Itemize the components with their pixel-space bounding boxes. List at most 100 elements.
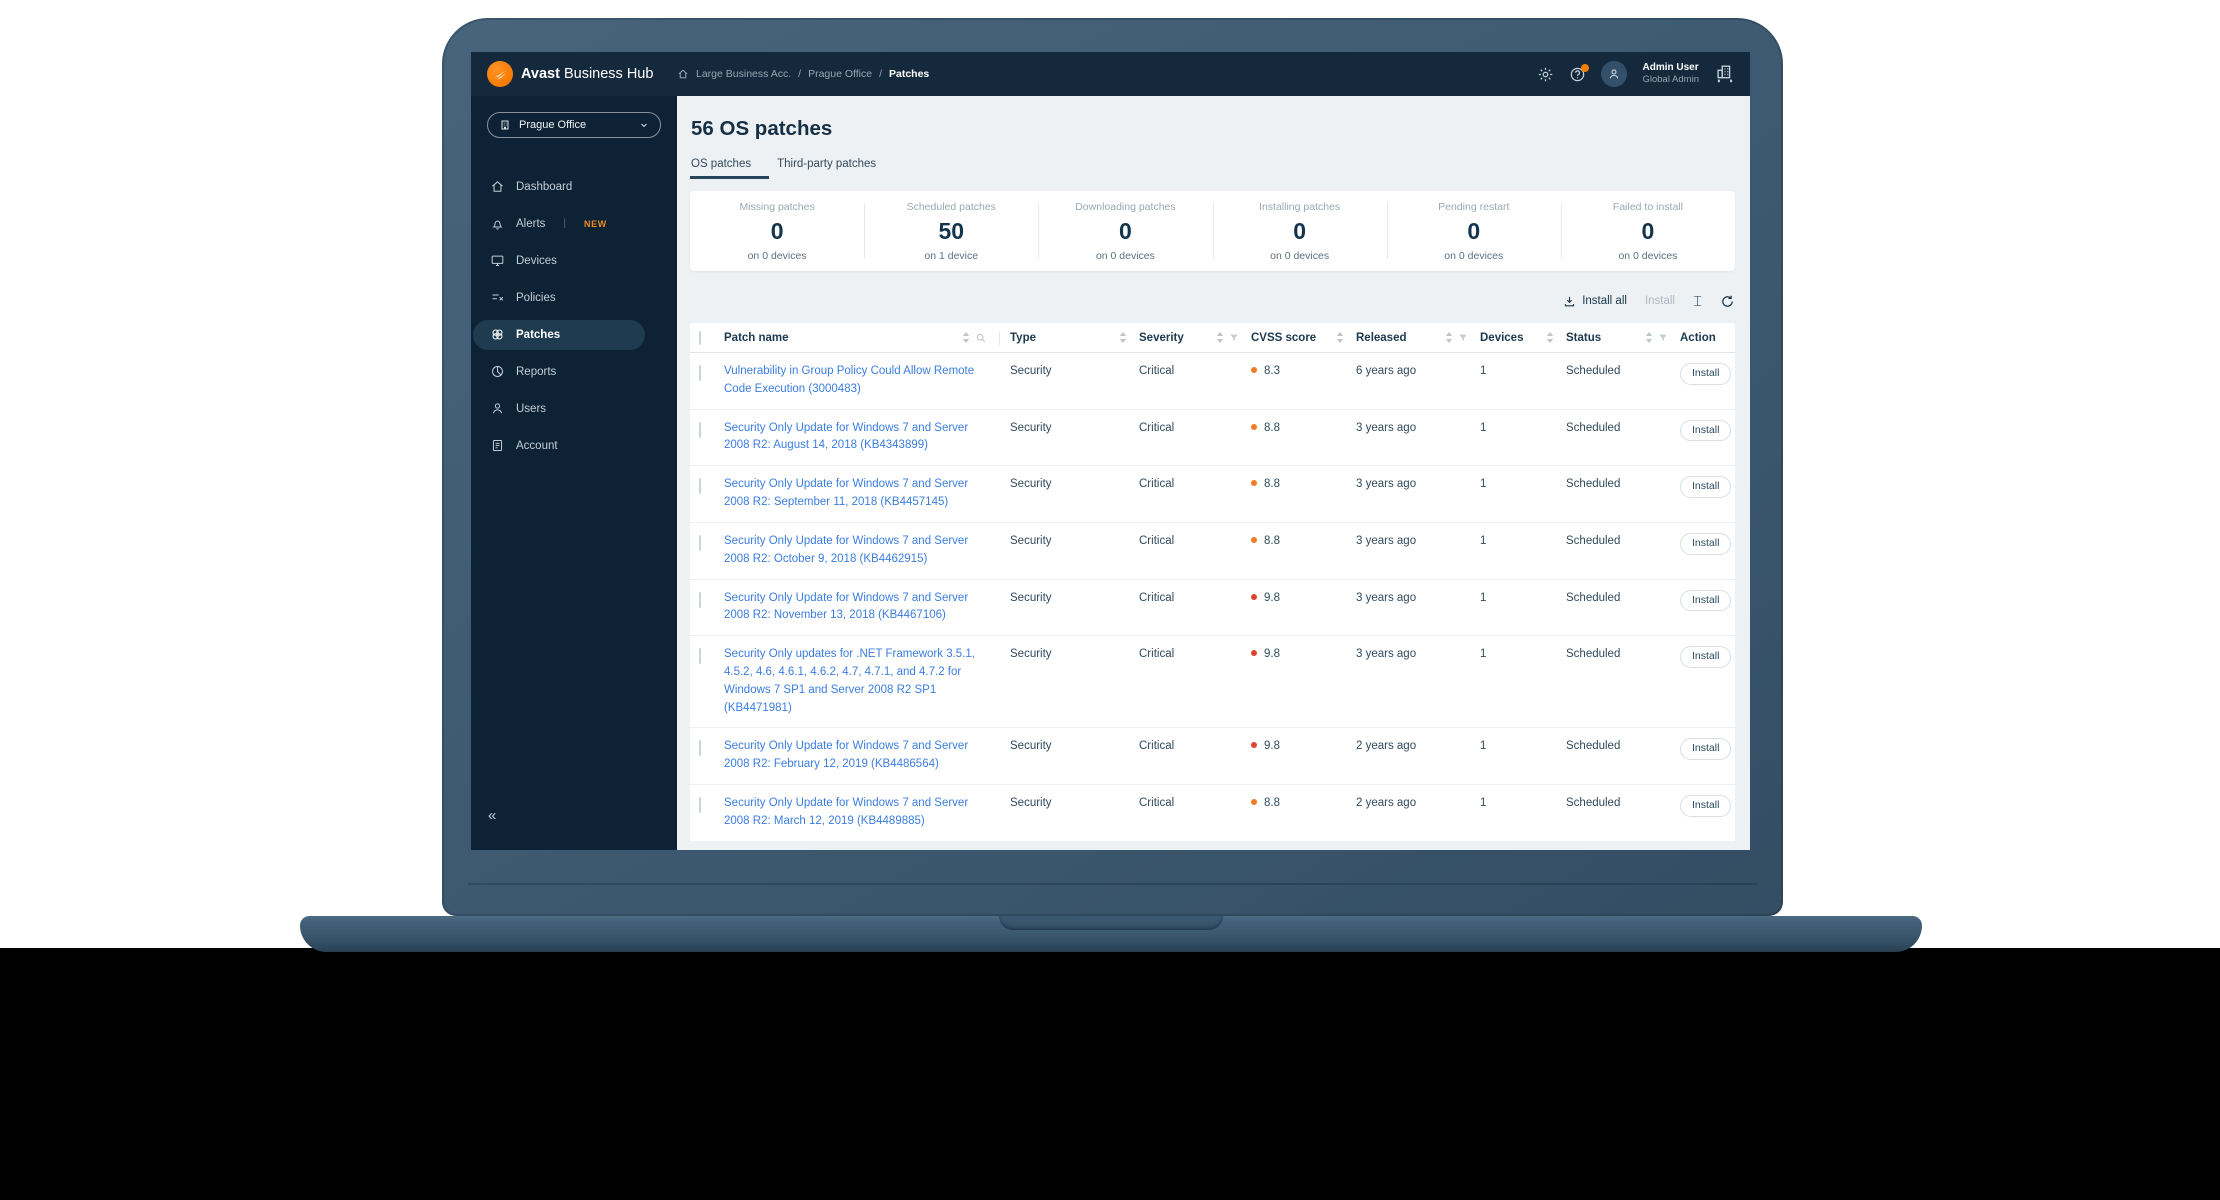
table-row: Security Only Update for Windows 7 and S… — [690, 728, 1735, 785]
sidebar-item-users[interactable]: Users — [471, 390, 677, 427]
topbar-actions: Admin User Global Admin — [1537, 61, 1736, 87]
column-header-status[interactable]: Status — [1566, 332, 1601, 344]
sidebar-item-dashboard[interactable]: Dashboard — [471, 168, 677, 205]
column-header-released[interactable]: Released — [1356, 332, 1407, 344]
account-icon — [492, 440, 503, 451]
sort-icon[interactable] — [1546, 332, 1554, 343]
filter-icon[interactable] — [1458, 333, 1468, 343]
type-cell: Security — [1010, 648, 1052, 661]
stat-label: Installing patches — [1259, 200, 1341, 213]
search-icon[interactable] — [975, 332, 987, 344]
stat-sub: on 1 device — [924, 249, 979, 262]
install-row-button[interactable]: Install — [1680, 476, 1732, 498]
gear-icon[interactable] — [1537, 66, 1554, 83]
breadcrumb-item[interactable]: Large Business Acc. — [696, 68, 791, 80]
install-row-button[interactable]: Install — [1680, 589, 1732, 612]
install-all-button[interactable]: Install all — [1563, 295, 1627, 308]
column-divider — [999, 330, 1000, 345]
stat-sub: on 0 devices — [1618, 249, 1678, 262]
sort-icon[interactable] — [1216, 332, 1224, 343]
column-header-patch-name[interactable]: Patch name — [724, 332, 789, 344]
column-header-cvss[interactable]: CVSS score — [1251, 332, 1316, 344]
cvss-cell: 8.8 — [1251, 533, 1356, 551]
install-button-disabled[interactable]: Install — [1645, 295, 1675, 307]
org-switcher-icon[interactable] — [1714, 63, 1736, 85]
install-row-button[interactable]: Install — [1680, 795, 1732, 817]
avatar[interactable] — [1601, 61, 1628, 87]
patch-name-link[interactable]: Security Only Update for Windows 7 and S… — [724, 795, 1010, 831]
patch-name-link[interactable]: Security Only Update for Windows 7 and S… — [724, 738, 1010, 774]
sidebar-collapse-button[interactable]: « — [488, 807, 496, 824]
patch-name-link[interactable]: Security Only Update for Windows 7 and S… — [724, 590, 1010, 626]
severity-cell: Critical — [1139, 365, 1175, 377]
patch-name-link[interactable]: Vulnerability in Group Policy Could Allo… — [724, 363, 1010, 399]
filter-icon[interactable] — [1229, 333, 1239, 343]
stat-label: Pending restart — [1438, 200, 1510, 213]
breadcrumb-separator: / — [879, 68, 882, 80]
install-row-button[interactable]: Install — [1680, 419, 1732, 442]
select-all-checkbox[interactable] — [699, 330, 701, 345]
app-topbar: Avast Business Hub Large Business Acc. / … — [471, 52, 1750, 96]
sort-icon[interactable] — [962, 332, 970, 343]
row-checkbox[interactable] — [699, 648, 701, 665]
column-header-devices[interactable]: Devices — [1480, 332, 1523, 344]
row-height-icon[interactable]: ⌶ — [1693, 294, 1702, 309]
refresh-icon[interactable] — [1720, 294, 1735, 309]
tab-os-patches[interactable]: OS patches — [689, 158, 770, 179]
row-checkbox[interactable] — [699, 534, 701, 551]
sidebar-item-devices[interactable]: Devices — [471, 242, 677, 279]
released-cell: 6 years ago — [1356, 365, 1417, 377]
home-icon[interactable] — [677, 68, 689, 80]
sort-icon[interactable] — [1336, 332, 1344, 343]
cvss-dot — [1251, 650, 1257, 657]
sidebar-item-policies[interactable]: Policies — [471, 279, 677, 316]
install-row-button[interactable]: Install — [1680, 738, 1732, 761]
sidebar-item-patches[interactable]: Patches — [473, 319, 645, 350]
row-checkbox[interactable] — [699, 797, 701, 813]
notification-dot — [1581, 63, 1590, 72]
row-checkbox[interactable] — [699, 740, 701, 757]
stat-sub: on 0 devices — [1270, 249, 1330, 262]
row-checkbox[interactable] — [699, 365, 701, 381]
install-row-button[interactable]: Install — [1680, 363, 1732, 385]
table-toolbar: Install all Install ⌶ — [690, 291, 1735, 311]
person-icon — [1610, 69, 1619, 79]
sidebar-item-label: Users — [516, 402, 547, 415]
stat-label: Failed to install — [1612, 200, 1683, 213]
severity-cell: Critical — [1139, 478, 1175, 491]
install-row-button[interactable]: Install — [1680, 532, 1732, 555]
row-checkbox[interactable] — [699, 591, 701, 608]
user-block[interactable]: Admin User Global Admin — [1642, 62, 1699, 85]
stat-scheduled-patches: Scheduled patches 50 on 1 device — [864, 191, 1038, 271]
column-header-type[interactable]: Type — [1010, 332, 1036, 344]
install-row-button[interactable]: Install — [1680, 646, 1732, 668]
cvss-dot — [1251, 593, 1257, 600]
sidebar-item-alerts[interactable]: Alerts | NEW — [471, 205, 677, 242]
status-cell: Scheduled — [1566, 478, 1621, 491]
sidebar-item-reports[interactable]: Reports — [471, 353, 677, 390]
patch-name-link[interactable]: Security Only Update for Windows 7 and S… — [724, 533, 1010, 569]
sidebar-nav: Dashboard Alerts | NEW Devices Policies … — [471, 168, 677, 464]
breadcrumb-current: Patches — [889, 68, 930, 80]
patch-name-link[interactable]: Security Only Update for Windows 7 and S… — [724, 420, 1010, 456]
row-checkbox[interactable] — [699, 478, 701, 495]
sort-icon[interactable] — [1645, 332, 1653, 343]
help-icon[interactable] — [1569, 63, 1590, 83]
sort-icon[interactable] — [1445, 332, 1453, 343]
breadcrumb-separator: / — [798, 68, 802, 80]
patch-name-link[interactable]: Security Only updates for .NET Framework… — [724, 646, 1010, 717]
sort-icon[interactable] — [1119, 332, 1127, 343]
tab-label: OS patches — [691, 158, 752, 170]
row-checkbox[interactable] — [699, 421, 701, 438]
tab-third-party-patches[interactable]: Third-party patches — [777, 158, 876, 179]
devices-cell: 1 — [1480, 591, 1487, 604]
patch-name-link[interactable]: Security Only Update for Windows 7 and S… — [724, 476, 1010, 512]
sidebar-item-account[interactable]: Account — [471, 427, 677, 464]
org-selector[interactable]: Prague Office — [487, 112, 661, 138]
breadcrumb-item[interactable]: Prague Office — [808, 68, 872, 80]
column-header-severity[interactable]: Severity — [1139, 332, 1184, 344]
cvss-dot — [1251, 536, 1257, 543]
cvss-dot — [1251, 367, 1257, 373]
filter-icon[interactable] — [1658, 333, 1668, 343]
cvss-value: 8.8 — [1264, 478, 1280, 491]
